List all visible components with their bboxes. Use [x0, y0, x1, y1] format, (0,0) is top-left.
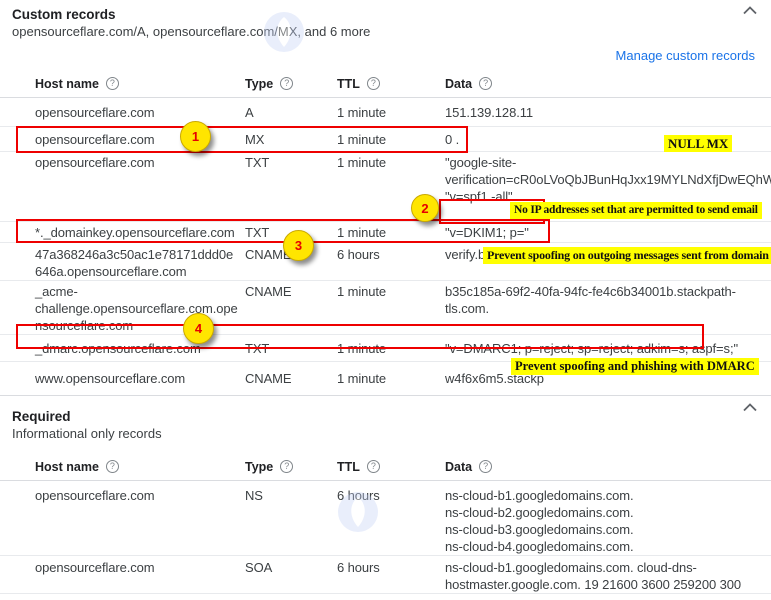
ttl-cell: 1 minute	[337, 224, 445, 242]
section-subtitle: Informational only records	[12, 426, 771, 442]
type-cell: CNAME	[245, 370, 337, 395]
table-header-row: Host name? Type? TTL? Data?	[0, 455, 771, 481]
type-cell: TXT	[245, 154, 337, 221]
type-cell: CNAME	[245, 246, 337, 280]
host-cell: _dmarc.opensourceflare.com	[35, 340, 245, 361]
host-cell: _acme-challenge.opensourceflare.com.open…	[35, 283, 245, 334]
column-header-ttl: TTL?	[337, 460, 445, 480]
data-cell: "google-site-verification=cR0oLVoQbJBunH…	[445, 154, 771, 221]
ttl-cell: 6 hours	[337, 559, 445, 593]
table-row: opensourceflare.com NS 6 hours ns-cloud-…	[0, 481, 771, 556]
manage-row: Manage custom records	[0, 48, 755, 66]
custom-records-table: Host name? Type? TTL? Data? opensourcefl…	[0, 72, 771, 395]
section-header: Custom records opensourceflare.com/A, op…	[0, 0, 771, 40]
type-cell: CNAME	[245, 283, 337, 334]
table-row: *._domainkey.opensourceflare.com TXT 1 m…	[0, 222, 771, 243]
host-cell: *._domainkey.opensourceflare.com	[35, 224, 245, 242]
host-cell: opensourceflare.com	[35, 154, 245, 221]
host-cell: opensourceflare.com	[35, 559, 245, 593]
table-row: opensourceflare.com MX 1 minute 0 .	[0, 127, 771, 152]
data-cell: "v=DKIM1; p="	[445, 224, 769, 242]
table-row: 47a368246a3c50ac1e78171ddd0e646a.opensou…	[0, 243, 771, 281]
section-custom-records: Custom records opensourceflare.com/A, op…	[0, 0, 771, 395]
help-icon[interactable]: ?	[280, 77, 293, 90]
data-cell: ns-cloud-b1.googledomains.com. cloud-dns…	[445, 559, 769, 593]
ttl-cell: 1 minute	[337, 131, 445, 151]
ttl-cell: 1 minute	[337, 283, 445, 334]
dns-records-page: Custom records opensourceflare.com/A, op…	[0, 0, 771, 600]
help-icon[interactable]: ?	[106, 460, 119, 473]
ttl-cell: 1 minute	[337, 340, 445, 361]
table-row: opensourceflare.com SOA 6 hours ns-cloud…	[0, 556, 771, 594]
section-title: Required	[12, 408, 771, 426]
ttl-cell: 1 minute	[337, 104, 445, 126]
type-cell: A	[245, 104, 337, 126]
ttl-cell: 6 hours	[337, 246, 445, 280]
table-header-row: Host name? Type? TTL? Data?	[0, 72, 771, 98]
help-icon[interactable]: ?	[479, 460, 492, 473]
chevron-up-icon[interactable]	[743, 403, 757, 412]
data-cell: 151.139.128.11	[445, 104, 769, 126]
help-icon[interactable]: ?	[367, 460, 380, 473]
type-cell: TXT	[245, 340, 337, 361]
data-cell: ns-cloud-b1.googledomains.com. ns-cloud-…	[445, 487, 769, 555]
data-cell: verify.b	[445, 246, 769, 280]
type-cell: MX	[245, 131, 337, 151]
section-required: Required Informational only records Host…	[0, 396, 771, 600]
table-row: _domainconnect.opensourceflare.com CNAME…	[0, 594, 771, 600]
host-cell: www.opensourceflare.com	[35, 370, 245, 395]
column-header-data: Data?	[445, 77, 769, 97]
column-header-type: Type?	[245, 460, 337, 480]
host-cell: opensourceflare.com	[35, 487, 245, 555]
host-cell: 47a368246a3c50ac1e78171ddd0e646a.opensou…	[35, 246, 245, 280]
host-cell: opensourceflare.com	[35, 104, 245, 126]
data-cell: b35c185a-69f2-40fa-94fc-fe4c6b34001b.sta…	[445, 283, 769, 334]
table-row: _acme-challenge.opensourceflare.com.open…	[0, 281, 771, 335]
section-subtitle: opensourceflare.com/A, opensourceflare.c…	[12, 24, 771, 40]
table-row: _dmarc.opensourceflare.com TXT 1 minute …	[0, 335, 771, 362]
help-icon[interactable]: ?	[367, 77, 380, 90]
column-header-host-name: Host name?	[35, 77, 245, 97]
section-title: Custom records	[12, 6, 771, 24]
ttl-cell: 1 minute	[337, 154, 445, 221]
column-header-type: Type?	[245, 77, 337, 97]
chevron-up-icon[interactable]	[743, 6, 757, 15]
column-header-ttl: TTL?	[337, 77, 445, 97]
type-cell: SOA	[245, 559, 337, 593]
help-icon[interactable]: ?	[280, 460, 293, 473]
column-header-data: Data?	[445, 460, 769, 480]
help-icon[interactable]: ?	[479, 77, 492, 90]
data-cell: w4f6x6m5.stackp	[445, 370, 769, 395]
column-header-host-name: Host name?	[35, 460, 245, 480]
help-icon[interactable]: ?	[106, 77, 119, 90]
data-cell: "v=DMARC1; p=reject; sp=reject; adkim=s;…	[445, 340, 769, 361]
ttl-cell: 1 minute	[337, 370, 445, 395]
manage-custom-records-link[interactable]: Manage custom records	[616, 48, 755, 63]
table-row: www.opensourceflare.com CNAME 1 minute w…	[0, 362, 771, 395]
type-cell: TXT	[245, 224, 337, 242]
ttl-cell: 6 hours	[337, 487, 445, 555]
table-row: opensourceflare.com TXT 1 minute "google…	[0, 152, 771, 222]
type-cell: NS	[245, 487, 337, 555]
host-cell: opensourceflare.com	[35, 131, 245, 151]
section-header: Required Informational only records	[0, 396, 771, 442]
table-row: opensourceflare.com A 1 minute 151.139.1…	[0, 98, 771, 127]
data-cell: 0 .	[445, 131, 769, 151]
required-records-table: Host name? Type? TTL? Data? opensourcefl…	[0, 455, 771, 600]
